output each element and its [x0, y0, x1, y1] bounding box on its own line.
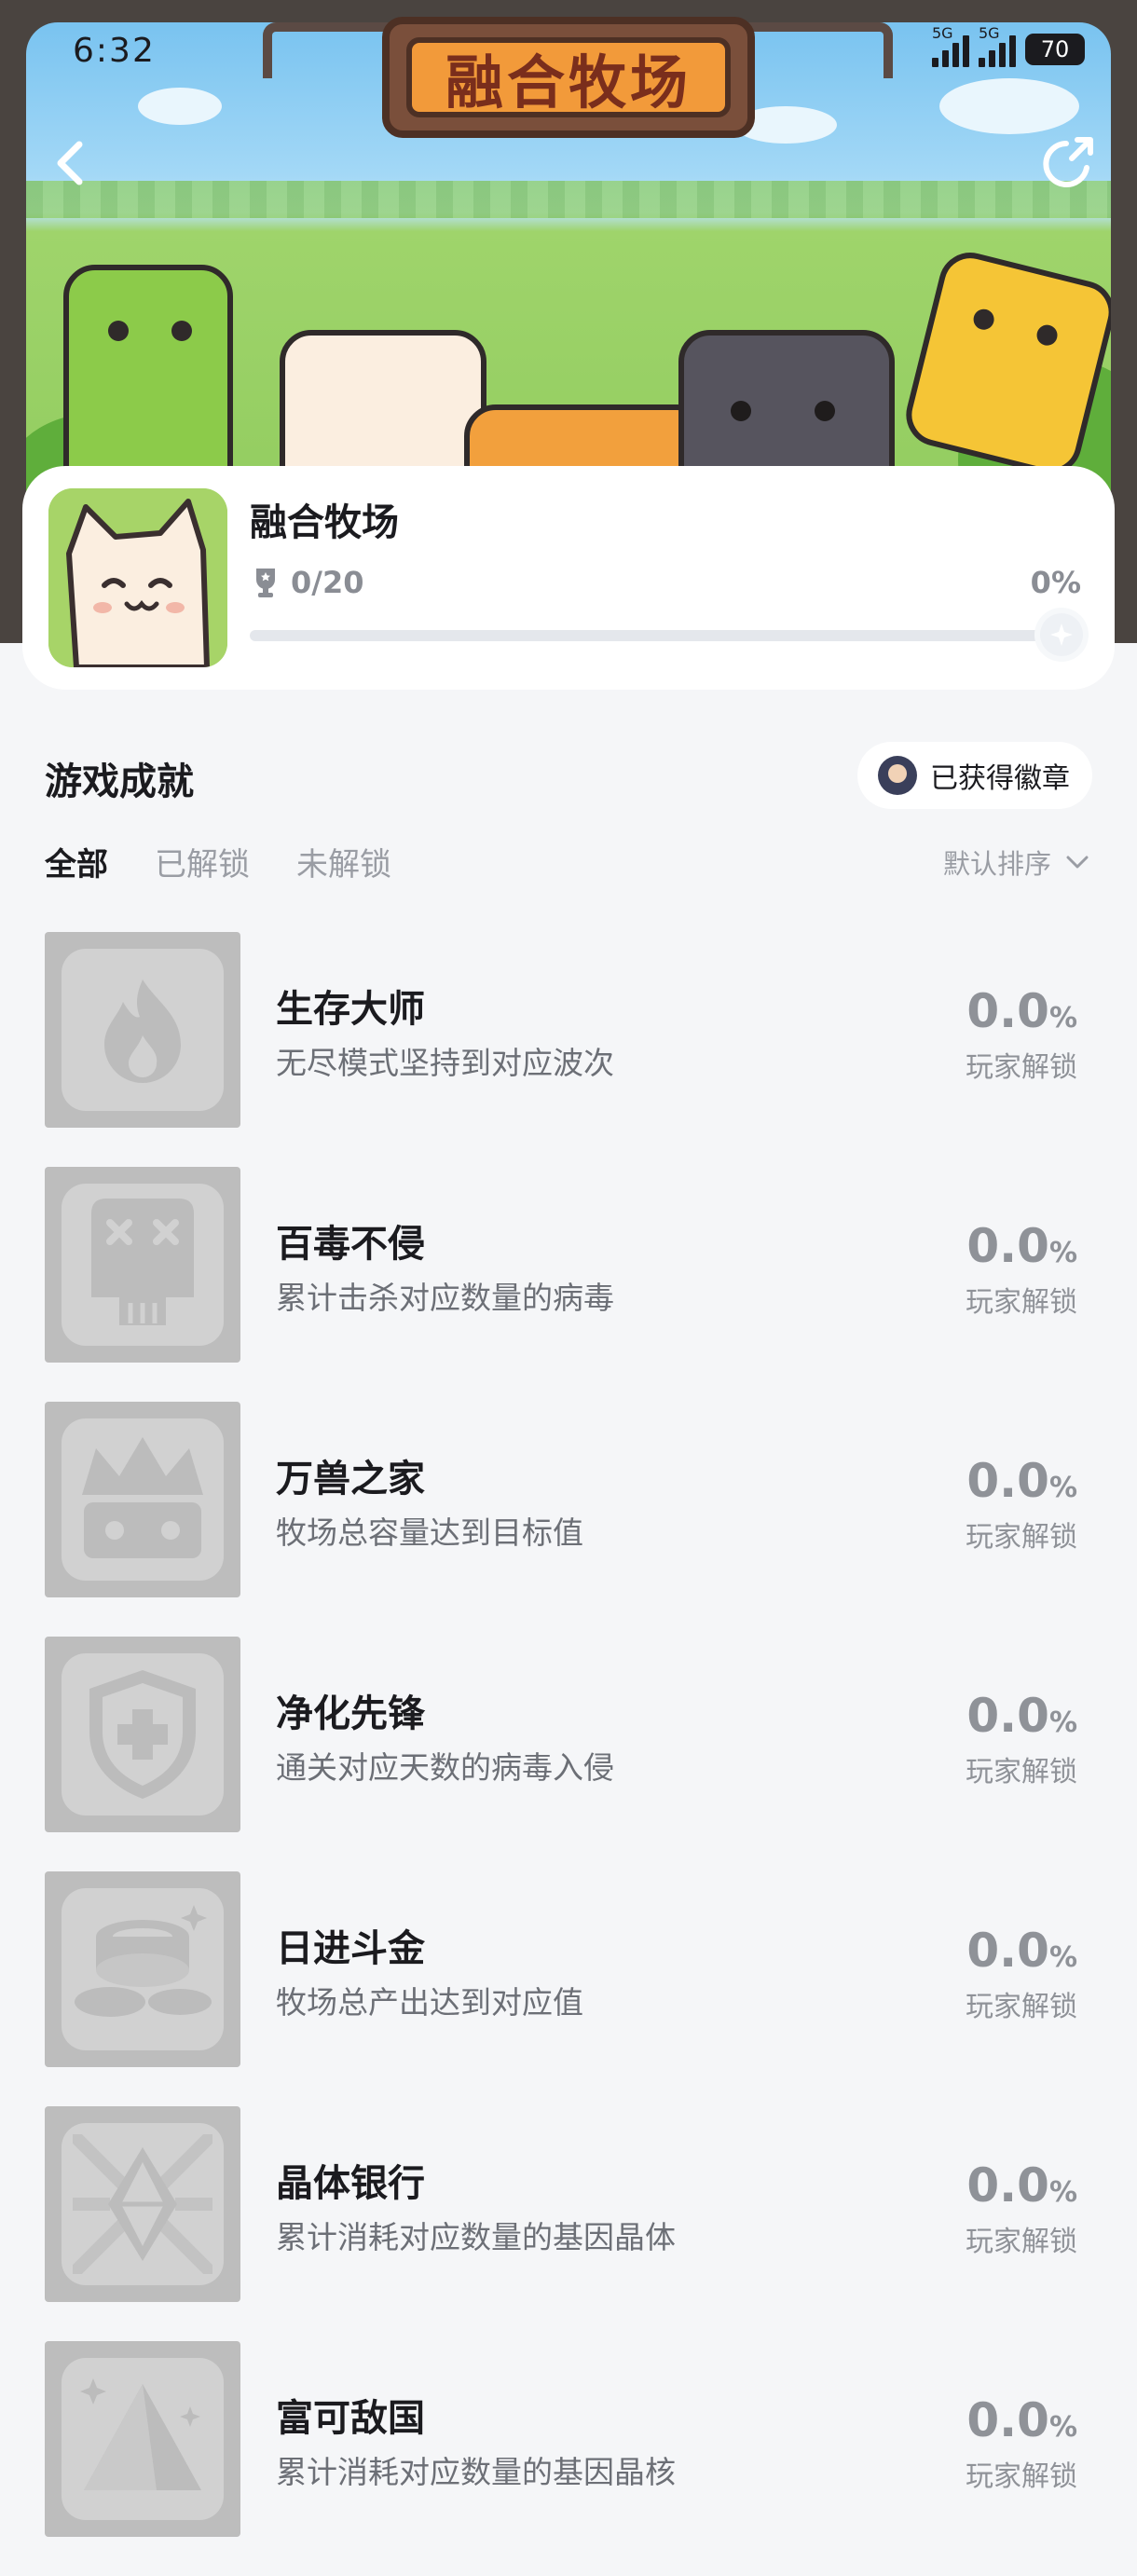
share-button[interactable] — [1034, 130, 1100, 196]
achievement-item[interactable]: 晶体银行 累计消耗对应数量的基因晶体 0.0% 玩家解锁 — [0, 2106, 1137, 2341]
achievement-title: 富可敌国 — [276, 2397, 425, 2440]
achievement-unlock-rate: 0.0% — [966, 2158, 1077, 2213]
trophy-progress: 0/20 — [253, 565, 363, 600]
achievement-title: 万兽之家 — [276, 1458, 425, 1500]
achievement-title: 日进斗金 — [276, 1927, 425, 1970]
achievement-description: 累计击杀对应数量的病毒 — [276, 1280, 614, 1316]
achievement-unlock-rate: 0.0% — [966, 1689, 1077, 1743]
achievement-description: 累计消耗对应数量的基因晶体 — [276, 2219, 676, 2255]
trophy-icon — [256, 569, 275, 597]
shield-cross-icon — [45, 1637, 240, 1832]
achievement-item[interactable]: 日进斗金 牧场总产出达到对应值 0.0% 玩家解锁 — [0, 1871, 1137, 2106]
achievement-unlock-label: 玩家解锁 — [966, 1991, 1077, 2023]
achievement-description: 牧场总容量达到目标值 — [276, 1514, 583, 1551]
status-icons: 5G 5G 70 — [932, 24, 1085, 67]
flame-icon — [45, 932, 240, 1128]
achievement-item[interactable]: 富可敌国 累计消耗对应数量的基因晶核 0.0% 玩家解锁 — [0, 2341, 1137, 2576]
progress-end-marker — [1040, 613, 1083, 656]
chevron-down-icon — [1066, 856, 1089, 869]
achievement-description: 无尽模式坚持到对应波次 — [276, 1045, 614, 1081]
game-app-icon — [48, 488, 227, 667]
pyramid-icon — [45, 2341, 240, 2537]
signal-icon: 5G — [932, 24, 969, 67]
network-label: 5G — [979, 24, 1000, 42]
crystal-icon — [45, 2106, 240, 2302]
achievement-unlock-rate: 0.0% — [966, 1219, 1077, 1273]
game-info-card: 融合牧场 0/20 0% — [22, 466, 1115, 690]
sort-dropdown[interactable]: 默认排序 — [943, 843, 1089, 882]
achievement-item[interactable]: 净化先锋 通关对应天数的病毒入侵 0.0% 玩家解锁 — [0, 1637, 1137, 1871]
achievement-unlock-label: 玩家解锁 — [966, 1051, 1077, 1084]
tab-all[interactable]: 全部 — [45, 839, 108, 884]
coins-icon — [45, 1871, 240, 2067]
achievement-item[interactable]: 万兽之家 牧场总容量达到目标值 0.0% 玩家解锁 — [0, 1402, 1137, 1637]
filter-tabs: 全部 已解锁 未解锁 — [45, 839, 391, 884]
achievement-unlock-rate: 0.0% — [966, 1924, 1077, 1978]
achievement-item[interactable]: 生存大师 无尽模式坚持到对应波次 0.0% 玩家解锁 — [0, 932, 1137, 1167]
achievement-unlock-rate: 0.0% — [966, 984, 1077, 1038]
achievement-unlock-label: 玩家解锁 — [966, 2226, 1077, 2258]
badge-avatar-icon — [878, 756, 917, 795]
achievement-title: 晶体银行 — [276, 2162, 425, 2205]
status-time: 6:32 — [73, 32, 156, 70]
share-icon — [1043, 137, 1093, 187]
achievement-description: 牧场总产出达到对应值 — [276, 1984, 583, 2021]
sparkle-icon — [1050, 623, 1073, 646]
earned-badges-label: 已获得徽章 — [930, 762, 1070, 795]
achievement-description: 累计消耗对应数量的基因晶核 — [276, 2454, 676, 2490]
network-label: 5G — [932, 24, 953, 42]
achievements-section-title: 游戏成就 — [45, 760, 194, 803]
game-title-sign-text: 融合牧场 — [406, 37, 731, 117]
achievement-unlock-label: 玩家解锁 — [966, 1521, 1077, 1554]
achievement-unlock-label: 玩家解锁 — [966, 1756, 1077, 1788]
achievement-title: 净化先锋 — [276, 1692, 425, 1735]
tab-locked[interactable]: 未解锁 — [296, 839, 391, 884]
achievement-title: 生存大师 — [276, 988, 425, 1031]
earned-badges-button[interactable]: 已获得徽章 — [857, 742, 1092, 809]
completion-percent: 0% — [1030, 565, 1081, 600]
achievement-list: 生存大师 无尽模式坚持到对应波次 0.0% 玩家解锁 百毒不侵 累计击杀对应数量… — [0, 932, 1137, 2576]
achievement-item[interactable]: 百毒不侵 累计击杀对应数量的病毒 0.0% 玩家解锁 — [0, 1167, 1137, 1402]
completion-progress-bar — [250, 613, 1083, 656]
achievement-unlock-rate: 0.0% — [966, 1454, 1077, 1508]
achievement-unlock-rate: 0.0% — [966, 2393, 1077, 2447]
skull-icon — [45, 1167, 240, 1363]
trophy-count: 0/20 — [291, 565, 364, 600]
game-title-sign: 融合牧场 — [382, 17, 755, 138]
game-name: 融合牧场 — [250, 501, 399, 544]
achievement-unlock-label: 玩家解锁 — [966, 2460, 1077, 2493]
battery-icon: 70 — [1025, 34, 1085, 65]
achievement-description: 通关对应天数的病毒入侵 — [276, 1749, 614, 1786]
chevron-left-icon — [57, 141, 83, 185]
sort-label: 默认排序 — [942, 848, 1051, 880]
crown-icon — [45, 1402, 240, 1597]
achievement-unlock-label: 玩家解锁 — [966, 1286, 1077, 1319]
tab-unlocked[interactable]: 已解锁 — [155, 839, 250, 884]
back-button[interactable] — [37, 130, 103, 196]
achievement-title: 百毒不侵 — [276, 1223, 425, 1266]
signal-icon: 5G — [979, 24, 1016, 67]
